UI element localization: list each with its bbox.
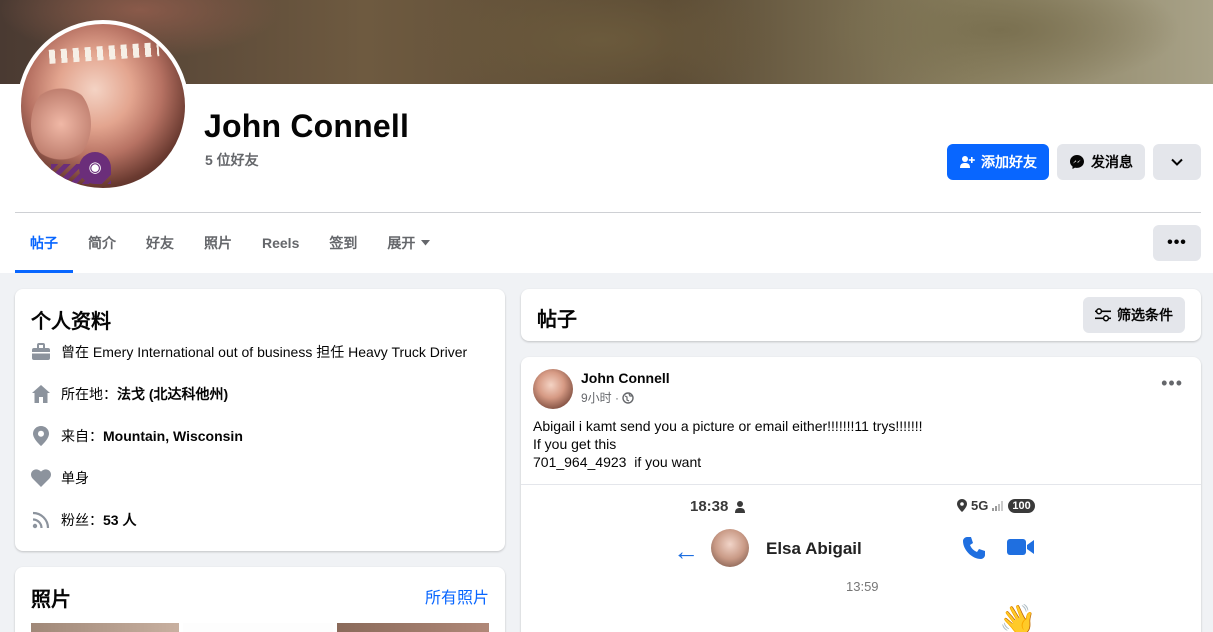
post-text: Abigail i kamt send you a picture or ema… xyxy=(533,417,1183,471)
friends-count[interactable]: 5 位好友 xyxy=(205,150,259,170)
ellipsis-icon: ••• xyxy=(1167,234,1187,251)
filter-label: 筛选条件 xyxy=(1117,307,1173,323)
post-author-avatar[interactable] xyxy=(533,369,573,409)
location-link[interactable]: 法戈 (北达科他州) xyxy=(117,386,228,402)
message-label: 发消息 xyxy=(1091,154,1133,170)
video-call-icon xyxy=(1007,539,1034,555)
avatar-image-detail xyxy=(48,42,160,64)
posts-title: 帖子 xyxy=(537,309,577,331)
tab-reels[interactable]: Reels xyxy=(247,213,314,273)
intro-location: 所在地：法戈 (北达科他州) xyxy=(31,384,228,404)
post-text-line: 701_964_4923 if you want xyxy=(533,454,702,470)
tab-friends[interactable]: 好友 xyxy=(131,213,189,273)
intro-card: 个人资料 曾在 Emery International out of busin… xyxy=(15,289,505,551)
messenger-icon xyxy=(1070,155,1084,169)
person-status-icon xyxy=(735,500,746,513)
intro-relationship: 单身 xyxy=(31,468,89,488)
add-person-icon xyxy=(960,156,975,168)
battery-icon: 100 xyxy=(1008,498,1035,513)
photo-thumbnail[interactable] xyxy=(337,623,489,632)
profile-avatar[interactable]: ◉ xyxy=(17,20,189,192)
location-pin-icon xyxy=(31,426,51,446)
hometown-link[interactable]: Mountain, Wisconsin xyxy=(103,428,243,444)
screenshot-contact-name: Elsa Abigail xyxy=(766,539,862,558)
rss-feed-icon xyxy=(31,510,51,530)
filter-sliders-icon xyxy=(1095,308,1111,322)
tab-posts[interactable]: 帖子 xyxy=(15,213,73,273)
tab-checkins[interactable]: 签到 xyxy=(314,213,372,273)
globe-icon xyxy=(622,391,634,404)
posts-header-card: 帖子 筛选条件 xyxy=(521,289,1201,341)
profile-name: John Connell xyxy=(204,108,410,144)
briefcase-icon xyxy=(31,342,51,362)
screenshot-contact-avatar xyxy=(711,529,749,567)
photos-card: 照片 所有照片 xyxy=(15,567,505,632)
intro-title: 个人资料 xyxy=(31,311,111,333)
screenshot-status-time: 18:38 xyxy=(690,498,748,515)
avatar-image-detail xyxy=(31,84,91,164)
heart-icon xyxy=(31,468,51,488)
photo-thumbnail[interactable] xyxy=(31,623,179,632)
location-pin-icon xyxy=(957,499,967,512)
intro-followers: 粉丝：53 人 xyxy=(31,510,136,530)
profile-more-button[interactable]: ••• xyxy=(1153,225,1201,261)
profile-tabs: 帖子 简介 好友 照片 Reels 签到 展开 xyxy=(15,213,445,273)
intro-work: 曾在 Emery International out of business 担… xyxy=(31,342,467,362)
filter-button[interactable]: 筛选条件 xyxy=(1083,297,1185,333)
back-arrow-icon: ← xyxy=(673,536,699,566)
chevron-down-icon xyxy=(1171,158,1183,166)
followers-link[interactable]: 53 人 xyxy=(103,512,136,528)
more-options-button[interactable] xyxy=(1153,144,1201,180)
tab-more[interactable]: 展开 xyxy=(372,213,445,273)
home-icon xyxy=(31,384,51,404)
post-text-line: Abigail i kamt send you a picture or ema… xyxy=(533,418,923,434)
see-all-photos-link[interactable]: 所有照片 xyxy=(425,584,489,608)
tab-about[interactable]: 简介 xyxy=(73,213,131,273)
add-friend-button[interactable]: 添加好友 xyxy=(947,144,1049,180)
post-text-line: If you get this xyxy=(533,436,617,452)
phone-call-icon xyxy=(963,537,985,559)
avatar-frame-badge-icon: ◉ xyxy=(79,152,111,184)
photo-thumbnail[interactable] xyxy=(183,623,333,632)
add-friend-label: 添加好友 xyxy=(981,154,1037,170)
caret-down-icon xyxy=(421,240,431,246)
photos-title: 照片 xyxy=(31,589,71,611)
post-media-divider xyxy=(521,484,1201,485)
screenshot-status-right: 5G 100 xyxy=(957,498,1035,513)
post-timestamp[interactable]: 9小时 · xyxy=(581,389,634,406)
post-author-name[interactable]: John Connell xyxy=(581,370,670,386)
post-options-icon[interactable]: ••• xyxy=(1161,373,1183,394)
intro-from: 来自：Mountain, Wisconsin xyxy=(31,426,243,446)
message-button[interactable]: 发消息 xyxy=(1057,144,1145,180)
waving-hand-icon: 👋 xyxy=(999,604,1037,632)
screenshot-chat-time: 13:59 xyxy=(846,579,879,594)
post-card: John Connell 9小时 · ••• Abigail i kamt se… xyxy=(521,357,1201,632)
signal-icon xyxy=(992,500,1004,511)
tab-photos[interactable]: 照片 xyxy=(189,213,247,273)
